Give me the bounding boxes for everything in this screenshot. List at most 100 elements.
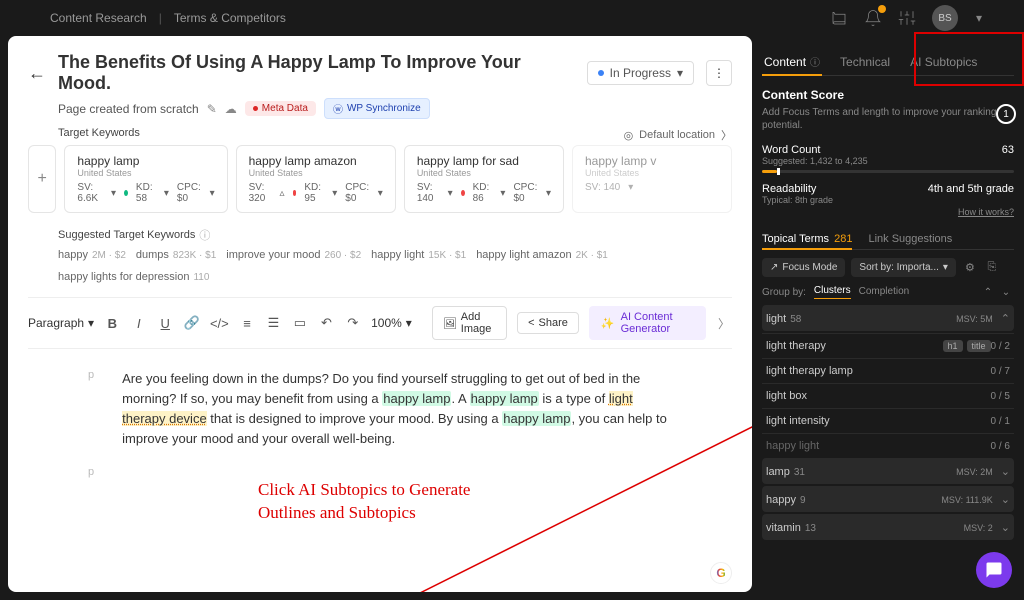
topbar: Content Research | Terms & Competitors B… <box>0 0 1024 36</box>
chevron-up-icon: ⌃ <box>1001 312 1010 325</box>
term-group[interactable]: vitamin13MSV: 2⌄ <box>762 514 1014 540</box>
meta-data-button[interactable]: Meta Data <box>245 101 316 116</box>
underline-button[interactable]: U <box>157 312 173 334</box>
edit-icon[interactable]: ✎ <box>207 102 217 116</box>
chat-fab[interactable] <box>976 552 1012 588</box>
status-dropdown[interactable]: In Progress ▾ <box>587 61 694 85</box>
keyword-card[interactable]: happy lamp United States SV: 6.6K▾ KD: 5… <box>64 145 227 213</box>
chevron-down-icon[interactable]: ▾ <box>974 9 984 27</box>
suggested-keyword[interactable]: happy2M · $2 <box>58 249 126 261</box>
word-count-label: Word Count <box>762 144 868 156</box>
add-keyword-button[interactable]: + <box>28 145 56 213</box>
keyword-name: happy lamp v <box>585 154 719 168</box>
chevron-down-icon: ⌄ <box>1001 465 1010 478</box>
content-area[interactable]: p Are you feeling down in the dumps? Do … <box>28 349 732 478</box>
unordered-list-button[interactable]: ☰ <box>265 312 281 334</box>
sort-dropdown[interactable]: Sort by: Importa... ▾ <box>851 258 956 277</box>
keyword-card[interactable]: happy lamp amazon United States SV: 320▵… <box>236 145 396 213</box>
keyword-card[interactable]: happy lamp v United States SV: 140▾ <box>572 145 732 213</box>
export-icon[interactable]: ⎘ <box>984 261 1000 274</box>
keyword-loc: United States <box>417 168 551 178</box>
keyword-loc: United States <box>585 168 719 178</box>
tab-topical-terms[interactable]: Topical Terms 281 <box>762 229 852 249</box>
keyword-name: happy lamp for sad <box>417 154 551 168</box>
score-badge: 1 <box>996 104 1016 124</box>
bold-button[interactable]: B <box>104 312 120 334</box>
readability-value: 4th and 5th grade <box>928 183 1014 195</box>
page-subline: Page created from scratch <box>58 102 199 116</box>
location-selector[interactable]: ◎ Default location 〉 <box>624 127 732 143</box>
chevron-down-icon: ▾ <box>677 66 683 80</box>
avatar[interactable]: BS <box>932 5 958 31</box>
suggested-keyword[interactable]: happy light amazon2K · $1 <box>476 249 608 261</box>
suggested-keywords-label: Suggested Target Keywords ⓘ <box>58 227 732 243</box>
tab-link-suggestions[interactable]: Link Suggestions <box>868 229 952 249</box>
group-completion[interactable]: Completion <box>859 286 910 299</box>
para-tag: p <box>88 369 94 450</box>
settings-icon[interactable] <box>898 9 916 27</box>
collapse-all-icon[interactable]: ⌃ <box>980 287 996 298</box>
add-image-button[interactable]: 🖼 Add Image <box>432 306 507 340</box>
google-icon[interactable]: G <box>710 562 732 584</box>
target-keywords-label: Target Keywords ◎ Default location 〉 <box>58 127 732 139</box>
keyword-name: happy lamp amazon <box>249 154 383 168</box>
wp-sync-button[interactable]: ⓦWP Synchronize <box>324 98 430 119</box>
term-group[interactable]: lamp31MSV: 2M⌄ <box>762 458 1014 484</box>
annotation-text: Click AI Subtopics to Generate Outlines … <box>258 479 470 525</box>
paragraph-text[interactable]: Are you feeling down in the dumps? Do yo… <box>122 369 672 450</box>
word-count-value: 63 <box>1002 144 1014 156</box>
term-row[interactable]: light intensity0 / 1 <box>762 408 1014 433</box>
para-tag: p <box>88 466 98 478</box>
tab-ai-subtopics[interactable]: AI Subtopics <box>908 48 979 75</box>
readability-sub: Typical: 8th grade <box>762 195 833 205</box>
share-button[interactable]: <Share <box>517 312 579 334</box>
term-row[interactable]: light therapy lamp0 / 7 <box>762 358 1014 383</box>
suggested-keyword[interactable]: happy lights for depression110 <box>58 271 209 283</box>
focus-mode-button[interactable]: ↗ Focus Mode <box>762 258 845 277</box>
breadcrumb-sep: | <box>159 11 162 25</box>
group-clusters[interactable]: Clusters <box>814 285 851 299</box>
quote-button[interactable]: ▭ <box>292 312 308 334</box>
suggested-keyword[interactable]: improve your mood260 · $2 <box>226 249 361 261</box>
italic-button[interactable]: I <box>131 312 147 334</box>
cloud-icon[interactable]: ☁ <box>225 102 237 116</box>
library-icon[interactable] <box>830 9 848 27</box>
term-row[interactable]: light box0 / 5 <box>762 383 1014 408</box>
editor-pane: ← The Benefits Of Using A Happy Lamp To … <box>8 36 752 592</box>
editor-toolbar: Paragraph ▾ B I U 🔗 </> ≡ ☰ ▭ ↶ ↷ 100% ▾… <box>28 297 732 349</box>
sidebar: Content ⓘ Technical AI Subtopics 1 Conte… <box>752 36 1024 600</box>
term-row[interactable]: light therapyh1title0 / 2 <box>762 333 1014 358</box>
keyword-loc: United States <box>77 168 214 178</box>
content-score-sub: Add Focus Terms and length to improve yo… <box>762 106 1014 132</box>
bell-icon[interactable] <box>864 9 882 27</box>
breadcrumb-item[interactable]: Content Research <box>50 11 147 25</box>
status-dot <box>598 70 604 76</box>
page-title: The Benefits Of Using A Happy Lamp To Im… <box>58 52 575 94</box>
term-row[interactable]: happy light0 / 6 <box>762 433 1014 458</box>
more-button[interactable]: ⋮ <box>706 60 732 86</box>
suggested-keyword[interactable]: happy light15K · $1 <box>371 249 466 261</box>
zoom-select[interactable]: 100% ▾ <box>371 316 412 330</box>
block-type-select[interactable]: Paragraph ▾ <box>28 316 94 330</box>
gear-icon[interactable]: ⚙ <box>962 261 978 274</box>
expand-all-icon[interactable]: ⌄ <box>998 287 1014 298</box>
term-group[interactable]: happy9MSV: 111.9K⌄ <box>762 486 1014 512</box>
undo-button[interactable]: ↶ <box>318 312 334 334</box>
redo-button[interactable]: ↷ <box>345 312 361 334</box>
status-label: In Progress <box>610 66 671 80</box>
ordered-list-button[interactable]: ≡ <box>239 312 255 334</box>
back-button[interactable]: ← <box>28 63 46 84</box>
keyword-name: happy lamp <box>77 154 214 168</box>
tab-content[interactable]: Content ⓘ <box>762 48 822 75</box>
term-group[interactable]: light58MSV: 5M⌃ <box>762 305 1014 331</box>
how-it-works-link[interactable]: How it works? <box>762 207 1014 217</box>
ai-content-generator-button[interactable]: ✨ AI Content Generator <box>589 306 706 340</box>
keyword-card[interactable]: happy lamp for sad United States SV: 140… <box>404 145 564 213</box>
link-button[interactable]: 🔗 <box>183 312 199 334</box>
info-icon: ⓘ <box>810 54 820 69</box>
chevron-right-icon[interactable]: 〉 <box>716 315 732 332</box>
breadcrumb-item[interactable]: Terms & Competitors <box>174 11 286 25</box>
code-button[interactable]: </> <box>210 312 229 334</box>
tab-technical[interactable]: Technical <box>838 48 892 75</box>
suggested-keyword[interactable]: dumps823K · $1 <box>136 249 216 261</box>
